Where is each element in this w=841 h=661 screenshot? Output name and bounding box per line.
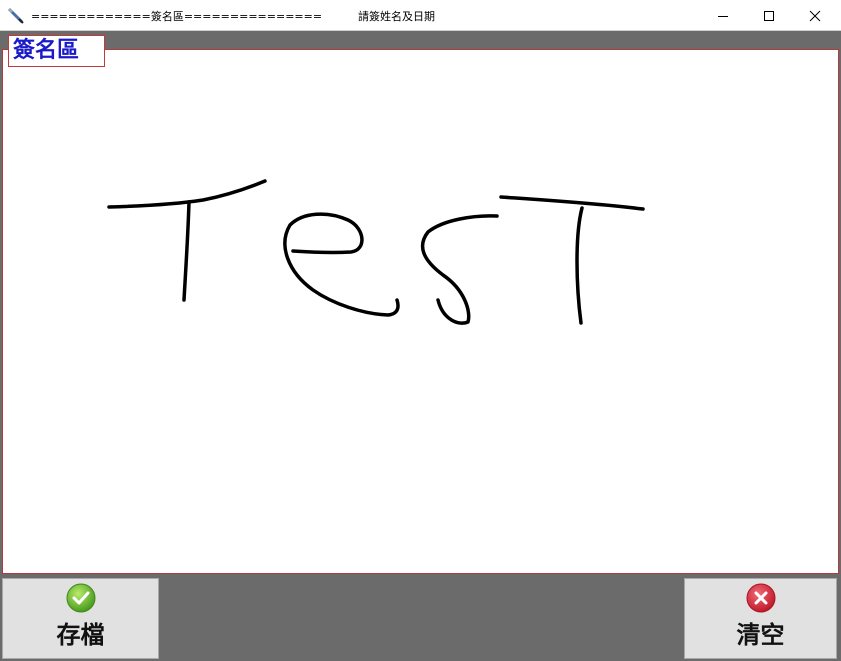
close-circle-icon bbox=[746, 583, 775, 613]
clear-button[interactable]: 清空 bbox=[684, 578, 837, 659]
signature-area-label: 簽名區 bbox=[8, 35, 105, 67]
window-subtitle: 請簽姓名及日期 bbox=[358, 10, 435, 23]
window-title: =============簽名區=============== bbox=[31, 10, 323, 23]
ink-stroke bbox=[283, 212, 400, 317]
ink-stroke bbox=[575, 206, 584, 325]
maximize-icon bbox=[764, 10, 774, 21]
minimize-button[interactable] bbox=[700, 0, 746, 31]
pen-icon bbox=[7, 7, 24, 24]
title-bar: =============簽名區=============== 請簽姓名及日期 bbox=[0, 0, 841, 31]
minimize-icon bbox=[718, 15, 728, 17]
save-button[interactable]: 存檔 bbox=[2, 578, 159, 659]
maximize-button[interactable] bbox=[746, 0, 792, 31]
clear-button-label: 清空 bbox=[736, 621, 785, 649]
close-icon bbox=[809, 10, 821, 21]
ink-stroke bbox=[499, 195, 645, 211]
ink-stroke bbox=[420, 214, 499, 325]
signature-canvas[interactable] bbox=[2, 49, 839, 574]
close-button[interactable] bbox=[792, 0, 838, 31]
signature-ink bbox=[107, 179, 645, 325]
check-circle-icon bbox=[66, 583, 95, 613]
ink-stroke bbox=[182, 200, 191, 302]
save-button-label: 存檔 bbox=[56, 621, 105, 649]
ink-stroke bbox=[107, 179, 267, 209]
